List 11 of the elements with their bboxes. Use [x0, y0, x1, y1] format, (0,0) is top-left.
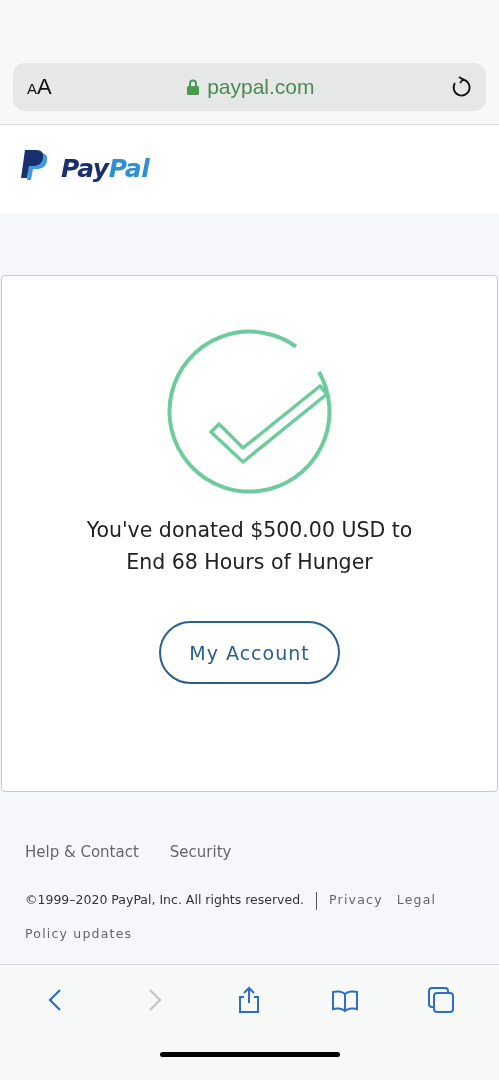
url-field[interactable]: paypal.com	[207, 75, 315, 99]
paypal-wordmark: PayPal	[61, 153, 150, 183]
donation-message: You've donated $500.00 USD to End 68 Hours of Hunger	[85, 517, 414, 576]
legal-link[interactable]: Policy updates	[25, 926, 133, 941]
my-account-button[interactable]: My Account	[159, 621, 340, 684]
legal-link[interactable]: Privacy	[329, 892, 383, 907]
footer-link[interactable]: Help & Contact	[25, 843, 139, 861]
text-size-button[interactable]: AA	[27, 74, 52, 100]
copyright-text: ©1999–2020 PayPal, Inc. All rights reserved.	[25, 892, 305, 907]
legal-link[interactable]: Legal	[396, 892, 437, 907]
footer-link[interactable]: Security	[169, 843, 232, 861]
